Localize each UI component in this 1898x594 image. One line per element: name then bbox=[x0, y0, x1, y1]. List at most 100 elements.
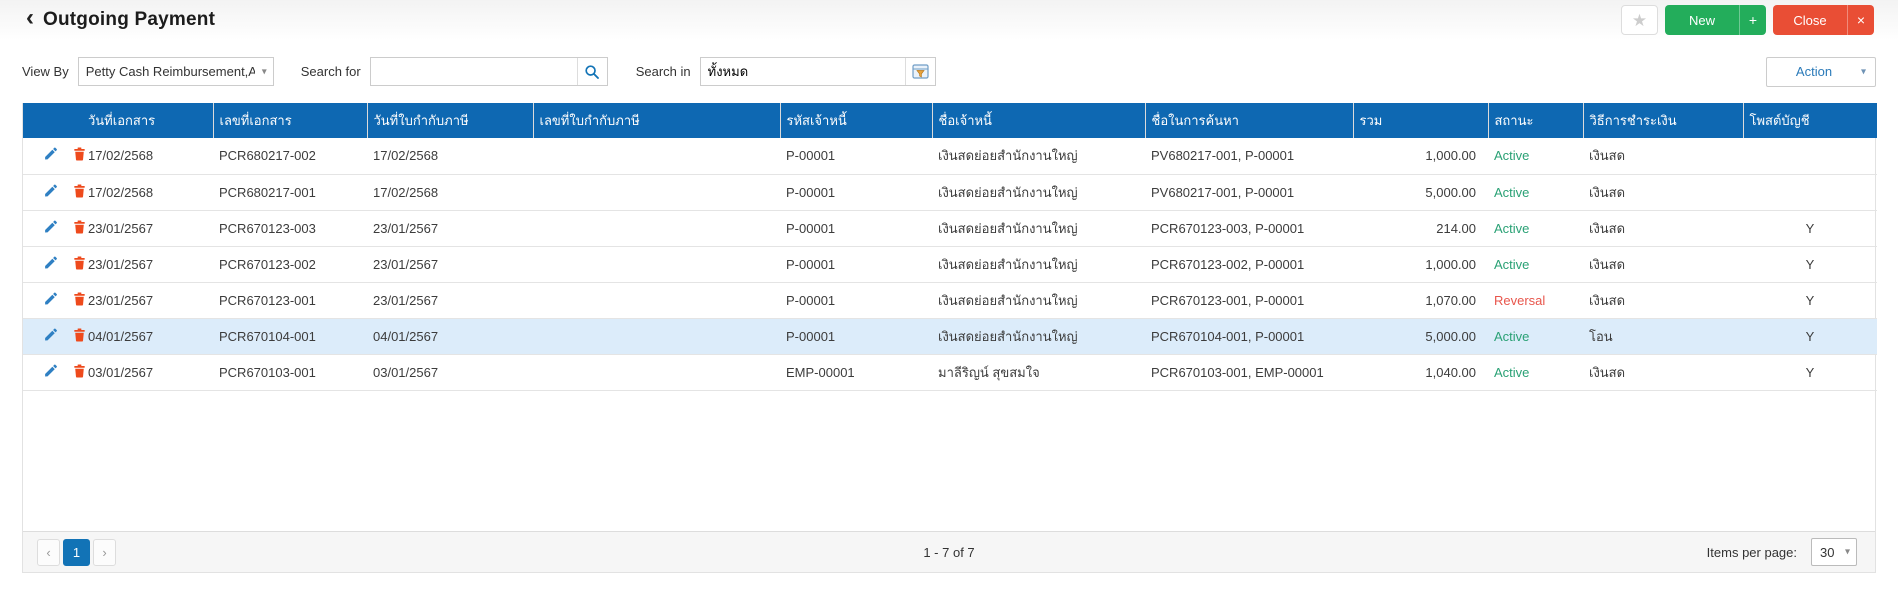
edit-icon bbox=[45, 220, 57, 232]
cell-tax-invoice-no bbox=[533, 354, 780, 391]
cell-posted: Y bbox=[1743, 318, 1877, 355]
column-header[interactable]: ชื่อในการค้นหา bbox=[1145, 103, 1354, 138]
page-number-button[interactable]: 1 bbox=[63, 538, 90, 566]
cell-search-name: PCR670123-001, P-00001 bbox=[1145, 282, 1353, 319]
cell-status: Active bbox=[1488, 246, 1583, 283]
column-header[interactable]: วันที่ใบกำกับภาษี bbox=[367, 103, 534, 138]
cell-vendor-code: P-00001 bbox=[780, 138, 932, 175]
cell-vendor-name: เงินสดย่อยสำนักงานใหญ่ bbox=[932, 246, 1145, 283]
filter-bar: View By Petty Cash Reimbursement,All ▾ S… bbox=[0, 40, 1898, 103]
search-for-box bbox=[369, 57, 608, 86]
close-x-button[interactable]: × bbox=[1847, 5, 1874, 35]
table-body: 17/02/2568 PCR680217-002 17/02/2568 P-00… bbox=[23, 138, 1877, 391]
cell-posted: Y bbox=[1743, 246, 1877, 283]
column-header[interactable]: เลขที่ใบกำกับภาษี bbox=[533, 103, 781, 138]
delete-icon bbox=[73, 328, 85, 341]
delete-button[interactable] bbox=[70, 218, 89, 239]
new-plus-button[interactable]: + bbox=[1739, 5, 1766, 35]
delete-icon bbox=[73, 364, 85, 377]
column-header[interactable]: วันที่เอกสาร bbox=[82, 103, 214, 138]
view-by-label: View By bbox=[22, 64, 69, 79]
column-filter-button[interactable] bbox=[905, 58, 935, 85]
back-icon[interactable]: ‹ bbox=[26, 6, 34, 30]
delete-button[interactable] bbox=[70, 145, 89, 166]
edit-icon bbox=[45, 364, 57, 376]
cell-status: Active bbox=[1488, 210, 1583, 247]
favorite-button[interactable]: ★ bbox=[1621, 5, 1658, 35]
cell-total: 5,000.00 bbox=[1353, 318, 1488, 355]
table-row[interactable]: 23/01/2567 PCR670123-001 23/01/2567 P-00… bbox=[23, 282, 1877, 319]
cell-search-name: PV680217-001, P-00001 bbox=[1145, 174, 1353, 211]
delete-icon bbox=[73, 184, 85, 198]
column-header-actions bbox=[23, 103, 82, 138]
cell-document-date: 23/01/2567 bbox=[82, 282, 213, 319]
table-row[interactable]: 17/02/2568 PCR680217-002 17/02/2568 P-00… bbox=[23, 138, 1877, 175]
edit-button[interactable] bbox=[41, 218, 60, 239]
cell-vendor-name: เงินสดย่อยสำนักงานใหญ่ bbox=[932, 318, 1145, 355]
close-button-group: Close × bbox=[1773, 5, 1874, 35]
new-button[interactable]: New bbox=[1665, 5, 1739, 35]
cell-tax-invoice-date: 03/01/2567 bbox=[367, 354, 533, 391]
column-header[interactable]: เลขที่เอกสาร bbox=[213, 103, 368, 138]
view-by-select[interactable]: Petty Cash Reimbursement,All ▾ bbox=[77, 57, 274, 86]
close-button[interactable]: Close bbox=[1773, 5, 1847, 35]
cell-document-date: 17/02/2568 bbox=[82, 138, 213, 175]
table-row[interactable]: 23/01/2567 PCR670123-003 23/01/2567 P-00… bbox=[23, 210, 1877, 247]
column-header[interactable]: รวม bbox=[1353, 103, 1489, 138]
cell-vendor-code: P-00001 bbox=[780, 246, 932, 283]
grid-empty-area bbox=[23, 390, 1875, 531]
table-row[interactable]: 04/01/2567 PCR670104-001 04/01/2567 P-00… bbox=[23, 318, 1877, 355]
cell-vendor-code: P-00001 bbox=[780, 282, 932, 319]
delete-icon bbox=[73, 256, 85, 269]
search-in-label: Search in bbox=[635, 64, 691, 79]
cell-document-date: 03/01/2567 bbox=[82, 354, 213, 391]
cell-document-date: 04/01/2567 bbox=[82, 318, 213, 355]
edit-button[interactable] bbox=[41, 145, 60, 166]
search-button[interactable] bbox=[577, 58, 607, 85]
table-row[interactable]: 17/02/2568 PCR680217-001 17/02/2568 P-00… bbox=[23, 174, 1877, 211]
column-header[interactable]: โพสต์บัญชี bbox=[1743, 103, 1877, 138]
items-per-page-value: 30 bbox=[1820, 544, 1835, 560]
search-for-input[interactable] bbox=[370, 58, 578, 85]
cell-tax-invoice-no bbox=[533, 174, 780, 211]
column-header[interactable]: สถานะ bbox=[1488, 103, 1584, 138]
delete-icon bbox=[73, 147, 85, 161]
cell-total: 1,000.00 bbox=[1353, 246, 1488, 283]
edit-button[interactable] bbox=[41, 290, 60, 311]
cell-total: 1,070.00 bbox=[1353, 282, 1488, 319]
column-header[interactable]: ชื่อเจ้าหนี้ bbox=[932, 103, 1146, 138]
delete-button[interactable] bbox=[70, 254, 89, 275]
delete-button[interactable] bbox=[70, 182, 89, 203]
edit-button[interactable] bbox=[41, 362, 60, 383]
next-page-button[interactable]: › bbox=[93, 538, 116, 566]
edit-button[interactable] bbox=[41, 182, 60, 203]
delete-icon bbox=[73, 292, 85, 305]
column-header[interactable]: วิธีการชำระเงิน bbox=[1583, 103, 1744, 138]
cell-posted: Y bbox=[1743, 210, 1877, 247]
delete-button[interactable] bbox=[70, 290, 89, 311]
column-header[interactable]: รหัสเจ้าหนี้ bbox=[780, 103, 933, 138]
cell-document-date: 23/01/2567 bbox=[82, 246, 213, 283]
action-button[interactable]: Action ▾ bbox=[1766, 56, 1876, 87]
cell-vendor-code: P-00001 bbox=[780, 174, 932, 211]
chevron-down-icon: ▾ bbox=[1844, 546, 1850, 558]
items-per-page-select[interactable]: 30 ▾ bbox=[1811, 538, 1857, 566]
search-in-input[interactable] bbox=[700, 58, 906, 85]
edit-button[interactable] bbox=[41, 254, 60, 275]
cell-status: Active bbox=[1488, 318, 1583, 355]
pagination-range: 1 - 7 of 7 bbox=[923, 544, 975, 560]
cell-posted bbox=[1743, 174, 1877, 211]
prev-page-button[interactable]: ‹ bbox=[37, 538, 60, 566]
cell-vendor-name: เงินสดย่อยสำนักงานใหญ่ bbox=[932, 138, 1145, 175]
table-row[interactable]: 23/01/2567 PCR670123-002 23/01/2567 P-00… bbox=[23, 246, 1877, 283]
cell-document-no: PCR670123-002 bbox=[213, 246, 367, 283]
delete-button[interactable] bbox=[70, 362, 89, 383]
view-by-value: Petty Cash Reimbursement,All bbox=[85, 64, 255, 79]
edit-button[interactable] bbox=[41, 326, 60, 347]
cell-tax-invoice-no bbox=[533, 138, 780, 175]
cell-tax-invoice-no bbox=[533, 282, 780, 319]
delete-button[interactable] bbox=[70, 326, 89, 347]
cell-status: Active bbox=[1488, 138, 1583, 175]
table-row[interactable]: 03/01/2567 PCR670103-001 03/01/2567 EMP-… bbox=[23, 354, 1877, 391]
cell-tax-invoice-no bbox=[533, 210, 780, 247]
